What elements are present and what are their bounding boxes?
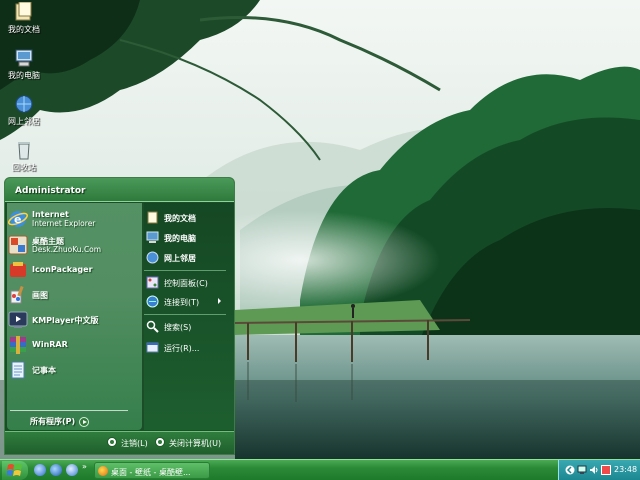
search-label: 搜索(S) <box>164 323 192 332</box>
pinned-title: IconPackager <box>32 265 93 274</box>
iconpackager-icon <box>10 262 26 277</box>
desktop-icon-label: 网上邻居 <box>8 117 40 126</box>
all-programs-label: 所有程序(P) <box>30 417 76 426</box>
connect-to-icon <box>146 295 159 308</box>
user-name: Administrator <box>15 186 86 196</box>
places-label: 我的电脑 <box>164 234 196 243</box>
zhuoku-theme-icon <box>8 235 28 255</box>
start-button[interactable] <box>2 461 28 480</box>
pinned-iconpackager[interactable]: IconPackager <box>6 258 134 282</box>
shutdown-label: 关闭计算机(U) <box>169 439 222 448</box>
pinned-subtitle: Desk.ZhuoKu.Com <box>32 245 102 254</box>
pinned-title: 记事本 <box>32 366 56 375</box>
places-label: 网上邻居 <box>164 254 196 263</box>
network-places-icon <box>146 251 159 264</box>
desktop-icon-label: 我的文档 <box>8 25 40 34</box>
back-arrow-icon[interactable] <box>565 465 575 475</box>
my-documents-icon <box>15 2 32 21</box>
all-programs-button[interactable]: 所有程序(P) <box>30 416 90 430</box>
notepad-icon <box>11 361 25 379</box>
control-panel-label: 控制面板(C) <box>164 279 208 288</box>
browser-icon <box>98 466 108 476</box>
pinned-winrar[interactable]: WinRAR <box>6 333 134 357</box>
quicklaunch-more-button[interactable]: » <box>82 462 87 471</box>
submenu-arrow-icon <box>218 298 221 304</box>
logoff-icon <box>107 437 117 447</box>
volume-icon[interactable] <box>589 465 599 475</box>
show-desktop-icon[interactable] <box>34 464 46 476</box>
run-label: 运行(R)... <box>164 344 200 353</box>
my-documents-icon <box>147 211 158 224</box>
internet-explorer-icon: e <box>8 211 28 227</box>
media-icon[interactable] <box>66 464 78 476</box>
kmplayer-icon <box>8 311 28 328</box>
pinned-title: Internet <box>32 210 69 219</box>
taskbar-window-label: 桌面 - 壁纸 - 桌酷壁... <box>111 468 191 477</box>
control-panel-icon <box>146 276 159 289</box>
connect-to-label: 连接到(T) <box>164 298 200 307</box>
pinned-title: KMPlayer中文版 <box>32 316 99 325</box>
all-programs-separator <box>10 410 128 411</box>
tools-separator <box>144 314 226 315</box>
logoff-label: 注销(L) <box>121 439 148 448</box>
places-separator <box>144 270 226 271</box>
run-icon <box>146 342 159 353</box>
pinned-internet-explorer[interactable]: e Internet Internet Explorer <box>6 207 134 231</box>
my-computer-icon <box>146 231 159 243</box>
desktop-icon-recycle-bin[interactable]: 回收站 <box>2 140 46 173</box>
pinned-paint[interactable]: 画图 <box>6 283 134 307</box>
svg-text:e: e <box>14 213 21 226</box>
paint-icon <box>10 285 24 304</box>
pinned-subtitle: Internet Explorer <box>32 219 96 228</box>
desktop-icon-network-places[interactable]: 网上邻居 <box>2 94 46 127</box>
pinned-zhuoku-theme[interactable]: 桌酷主题 Desk.ZhuoKu.Com <box>6 233 134 257</box>
system-tray: 23:48 <box>558 460 640 480</box>
taskbar: » 桌面 - 壁纸 - 桌酷壁... 23:48 <box>0 459 640 480</box>
places-label: 我的文档 <box>164 214 196 223</box>
desktop-icon-my-computer[interactable]: 我的电脑 <box>2 48 46 81</box>
desktop-icon-my-documents[interactable]: 我的文档 <box>2 2 46 35</box>
pinned-title: WinRAR <box>32 340 68 349</box>
pinned-kmplayer[interactable]: KMPlayer中文版 <box>6 308 134 332</box>
search-icon <box>146 320 159 333</box>
network-status-icon[interactable] <box>577 465 587 475</box>
ie-icon[interactable] <box>50 464 62 476</box>
recycle-bin-icon <box>18 142 30 160</box>
power-icon <box>155 437 165 447</box>
pinned-notepad[interactable]: 记事本 <box>6 358 134 382</box>
arrow-right-icon <box>79 416 90 427</box>
desktop-icon-label: 我的电脑 <box>8 71 40 80</box>
input-method-icon[interactable] <box>601 465 611 475</box>
my-computer-icon <box>15 49 33 67</box>
taskbar-window-button[interactable]: 桌面 - 壁纸 - 桌酷壁... <box>94 462 210 479</box>
desktop-icon-label: 回收站 <box>12 163 36 172</box>
pinned-title: 画图 <box>32 291 48 300</box>
taskbar-clock[interactable]: 23:48 <box>614 465 637 474</box>
winrar-icon <box>10 336 26 354</box>
network-places-icon <box>15 95 33 113</box>
start-menu-header: Administrator <box>5 178 234 202</box>
windows-logo-icon <box>7 464 22 476</box>
